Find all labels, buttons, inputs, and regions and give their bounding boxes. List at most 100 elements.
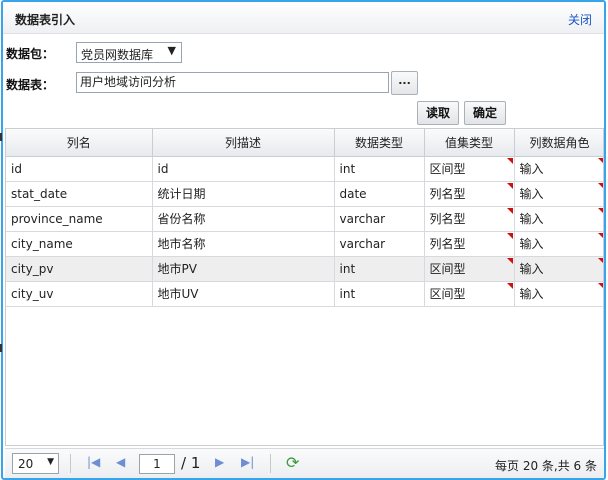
dirty-marker-icon xyxy=(506,157,513,164)
cell-desc[interactable]: 统计日期 xyxy=(152,181,335,207)
page-size-select[interactable]: 20 ▼ xyxy=(12,453,59,474)
cell-role-text: 输入 xyxy=(519,187,544,201)
cell-name[interactable]: id xyxy=(6,156,153,182)
confirm-button[interactable]: 确定 xyxy=(464,101,506,125)
cell-type-text: int xyxy=(339,261,356,276)
table-input[interactable]: 用户地域访问分析 xyxy=(76,72,389,93)
current-page-input[interactable]: 1 xyxy=(139,454,175,474)
cell-desc-text: 统计日期 xyxy=(157,187,206,201)
pager-separator xyxy=(270,454,271,473)
cell-name-text: stat_date xyxy=(11,186,68,201)
cell-name-text: city_uv xyxy=(11,286,54,301)
cell-type-text: varchar xyxy=(339,236,386,251)
first-page-icon[interactable]: |◀ xyxy=(87,455,100,469)
cell-set-type[interactable]: 列名型 xyxy=(424,231,515,257)
pagination-bar: 20 ▼ |◀ ◀ 1 / 1 ▶ ▶| ⟳ 每页 20 条,共 6 条 xyxy=(5,448,604,478)
dialog-titlebar: 数据表引入 关闭 xyxy=(3,2,604,34)
cell-role[interactable]: 输入 xyxy=(514,206,603,232)
cell-desc-text: 地市UV xyxy=(157,287,199,301)
table-row[interactable]: city_pv 地市PV int 区间型 输入 xyxy=(6,256,603,282)
cell-name-text: city_pv xyxy=(11,261,54,276)
columns-table: 列名 列描述 数据类型 值集类型 列数据角色 id id int 区间型 输入 stat_… xyxy=(6,129,603,307)
column-header-type[interactable]: 数据类型 xyxy=(334,129,425,157)
cell-role-text: 输入 xyxy=(519,237,544,251)
refresh-icon[interactable]: ⟳ xyxy=(286,453,299,472)
dirty-marker-icon xyxy=(506,257,513,264)
edge-mark xyxy=(0,344,2,352)
cell-type[interactable]: varchar xyxy=(334,206,425,232)
cell-set-type-text: 区间型 xyxy=(429,162,466,176)
dirty-marker-icon xyxy=(597,257,603,264)
pager-separator xyxy=(70,454,71,473)
cell-name[interactable]: province_name xyxy=(6,206,153,232)
cell-set-type[interactable]: 列名型 xyxy=(424,206,515,232)
dirty-marker-icon xyxy=(506,282,513,289)
cell-set-type[interactable]: 列名型 xyxy=(424,181,515,207)
total-pages-text: / 1 xyxy=(181,454,201,472)
cell-role[interactable]: 输入 xyxy=(514,231,603,257)
cell-desc[interactable]: 地市PV xyxy=(152,256,335,282)
cell-name[interactable]: city_uv xyxy=(6,281,153,307)
cell-desc[interactable]: 地市UV xyxy=(152,281,335,307)
cell-set-type[interactable]: 区间型 xyxy=(424,156,515,182)
table-row[interactable]: province_name 省份名称 varchar 列名型 输入 xyxy=(6,206,603,232)
column-header-role[interactable]: 列数据角色 xyxy=(514,129,603,157)
package-select[interactable]: 党员网数据库 ▼ xyxy=(76,42,182,63)
cell-set-type-text: 区间型 xyxy=(429,287,466,301)
cell-name[interactable]: city_name xyxy=(6,231,153,257)
dropdown-arrow-icon: ▼ xyxy=(167,44,176,57)
cell-desc-text: 地市PV xyxy=(157,262,197,276)
prev-page-icon[interactable]: ◀ xyxy=(116,455,125,469)
cell-type[interactable]: varchar xyxy=(334,231,425,257)
close-link[interactable]: 关闭 xyxy=(568,11,592,28)
cell-role[interactable]: 输入 xyxy=(514,156,603,182)
cell-desc-text: id xyxy=(157,161,169,176)
dirty-marker-icon xyxy=(597,207,603,214)
table-row[interactable]: id id int 区间型 输入 xyxy=(6,156,603,182)
cell-desc[interactable]: 省份名称 xyxy=(152,206,335,232)
cell-desc[interactable]: 地市名称 xyxy=(152,231,335,257)
package-select-value: 党员网数据库 xyxy=(81,48,154,62)
column-header-name[interactable]: 列名 xyxy=(6,129,153,157)
cell-role[interactable]: 输入 xyxy=(514,256,603,282)
page-size-value: 20 xyxy=(18,457,34,471)
cell-type[interactable]: int xyxy=(334,281,425,307)
cell-name[interactable]: city_pv xyxy=(6,256,153,282)
dirty-marker-icon xyxy=(506,207,513,214)
cell-name[interactable]: stat_date xyxy=(6,181,153,207)
cell-name-text: city_name xyxy=(11,236,73,251)
cell-type-text: int xyxy=(339,286,356,301)
cell-desc-text: 地市名称 xyxy=(157,237,206,251)
read-button[interactable]: 读取 xyxy=(417,101,459,125)
table-row[interactable]: stat_date 统计日期 date 列名型 输入 xyxy=(6,181,603,207)
cell-set-type-text: 列名型 xyxy=(429,212,466,226)
column-header-desc[interactable]: 列描述 xyxy=(152,129,335,157)
cell-type[interactable]: int xyxy=(334,256,425,282)
table-row[interactable]: city_name 地市名称 varchar 列名型 输入 xyxy=(6,231,603,257)
cell-type-text: varchar xyxy=(339,211,386,226)
cell-set-type-text: 列名型 xyxy=(429,237,466,251)
cell-name-text: id xyxy=(11,161,22,176)
cell-type[interactable]: int xyxy=(334,156,425,182)
browse-button[interactable]: ... xyxy=(391,71,418,95)
cell-name-text: province_name xyxy=(11,211,103,226)
cell-set-type[interactable]: 区间型 xyxy=(424,256,515,282)
next-page-icon[interactable]: ▶ xyxy=(215,455,224,469)
column-header-set-type[interactable]: 值集类型 xyxy=(424,129,515,157)
pager-info: 每页 20 条,共 6 条 xyxy=(495,459,597,473)
cell-desc[interactable]: id xyxy=(152,156,335,182)
dropdown-arrow-icon: ▼ xyxy=(47,457,54,467)
dirty-marker-icon xyxy=(597,182,603,189)
dirty-marker-icon xyxy=(506,232,513,239)
cell-set-type[interactable]: 区间型 xyxy=(424,281,515,307)
import-table-dialog: 数据表引入 关闭 数据包： 党员网数据库 ▼ 数据表： 用户地域访问分析 ...… xyxy=(1,0,606,480)
package-label: 数据包： xyxy=(6,47,55,61)
cell-set-type-text: 区间型 xyxy=(429,262,466,276)
cell-role[interactable]: 输入 xyxy=(514,281,603,307)
cell-role[interactable]: 输入 xyxy=(514,181,603,207)
cell-type-text: date xyxy=(339,186,367,201)
cell-type[interactable]: date xyxy=(334,181,425,207)
table-row[interactable]: city_uv 地市UV int 区间型 输入 xyxy=(6,281,603,307)
last-page-icon[interactable]: ▶| xyxy=(241,455,254,469)
dirty-marker-icon xyxy=(597,157,603,164)
